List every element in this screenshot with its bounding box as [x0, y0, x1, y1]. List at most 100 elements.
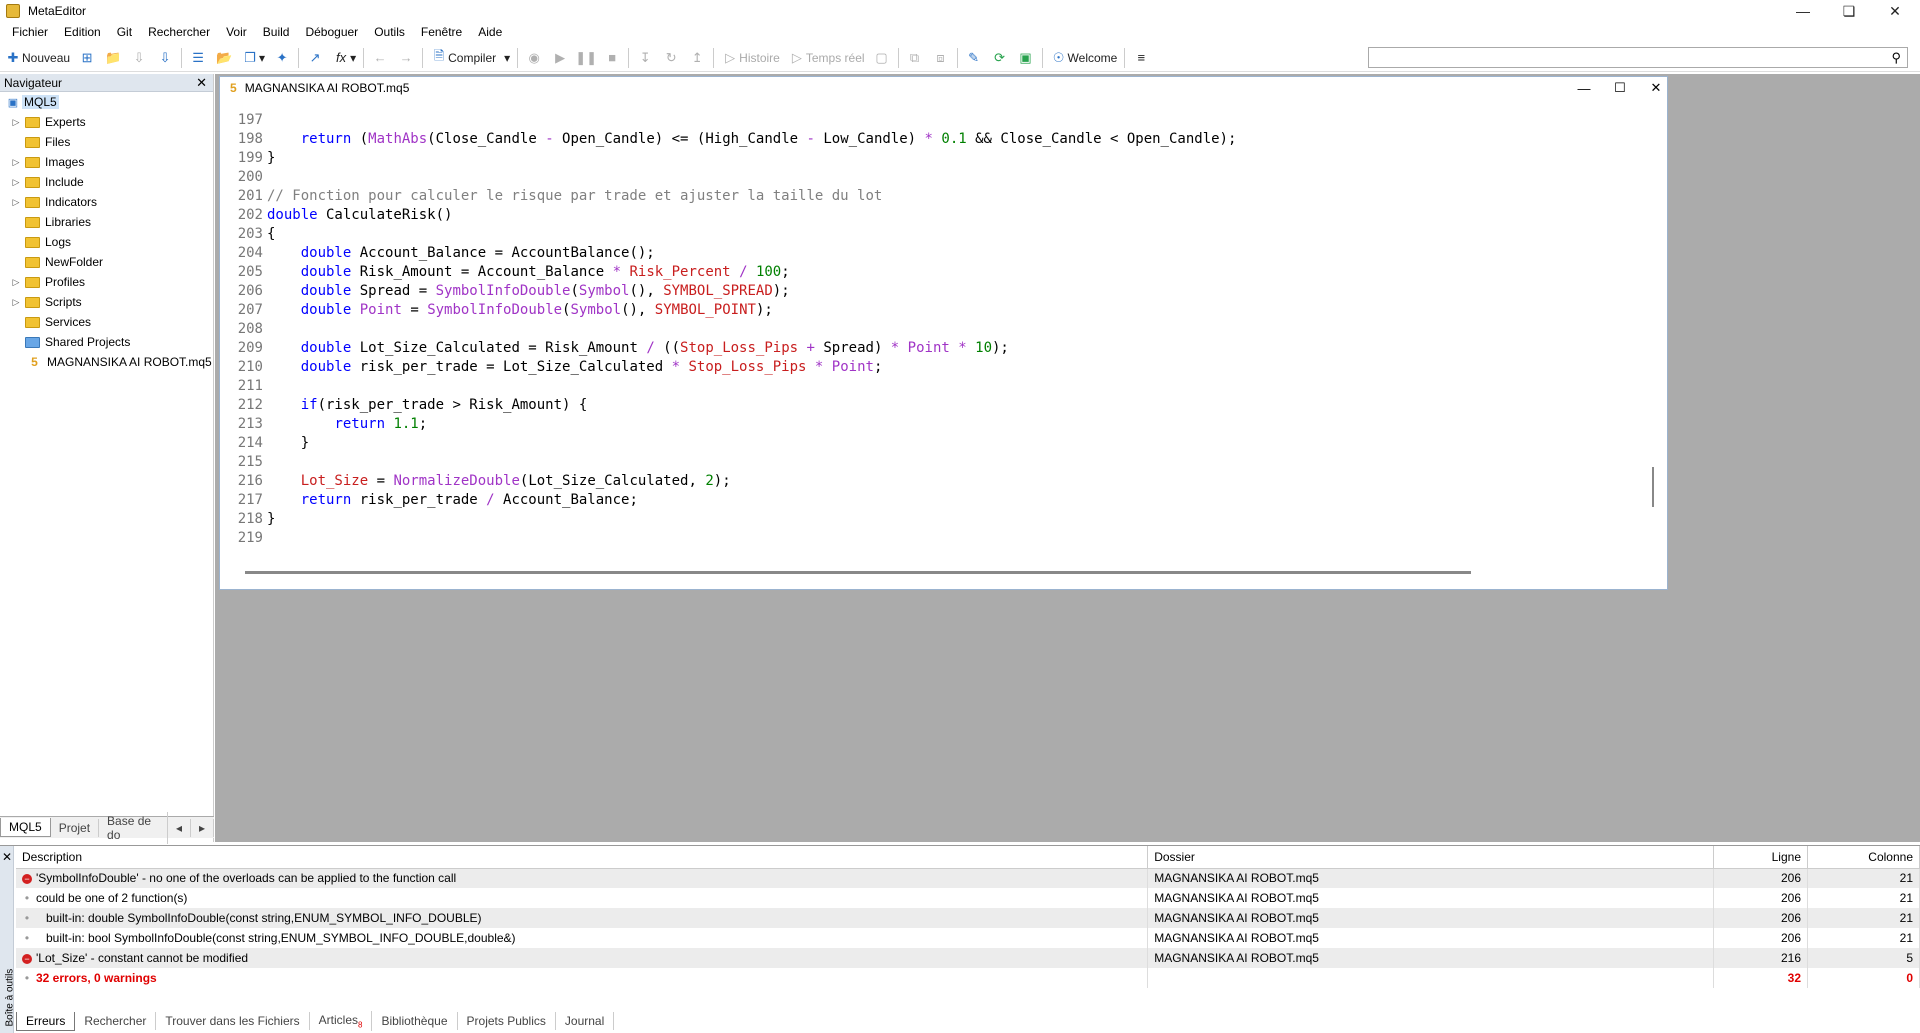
expand-arrow-icon[interactable]: ▷ — [10, 177, 22, 188]
debug-start-button[interactable]: ◉ — [521, 46, 547, 70]
table-row[interactable]: • built-in: double SymbolInfoDouble(cons… — [16, 908, 1920, 928]
table-row[interactable]: − 'SymbolInfoDouble' - no one of the over… — [16, 868, 1920, 888]
menu-voir[interactable]: Voir — [218, 25, 255, 39]
expand-arrow-icon[interactable]: ▷ — [10, 297, 22, 308]
menu-aide[interactable]: Aide — [470, 25, 510, 39]
step-out-button[interactable]: ↥ — [684, 46, 710, 70]
menu-edition[interactable]: Edition — [56, 25, 109, 39]
tree-item-logs[interactable]: Logs — [0, 232, 213, 252]
code-line[interactable]: 204 double Account_Balance = AccountBala… — [225, 244, 1653, 263]
open-button[interactable]: 📁 — [100, 46, 126, 70]
code-line[interactable]: 198 return (MathAbs(Close_Candle - Open_… — [225, 130, 1653, 149]
code-area[interactable]: 197 198 return (MathAbs(Close_Candle - Op… — [225, 111, 1653, 561]
editor-close-button[interactable]: ✕ — [1638, 77, 1674, 99]
terminal-button[interactable]: ▣ — [1013, 46, 1039, 70]
styler-button[interactable]: ✦ — [269, 46, 295, 70]
menu-build[interactable]: Build — [255, 25, 298, 39]
code-line[interactable]: 213 return 1.1; — [225, 415, 1653, 434]
functions-dropdown-button[interactable]: fx ▾ — [328, 46, 360, 70]
code-line[interactable]: 202 double CalculateRisk() — [225, 206, 1653, 225]
stop-test-button[interactable]: ▢ — [869, 46, 895, 70]
copy-button[interactable]: ⧉ — [902, 46, 928, 70]
expand-arrow-icon[interactable]: ▷ — [10, 277, 22, 288]
code-line[interactable]: 218} — [225, 510, 1653, 529]
close-icon[interactable]: ✕ — [196, 75, 207, 91]
menu-fichier[interactable]: Fichier — [4, 25, 56, 39]
code-line[interactable]: 201// Fonction pour calculer le risque p… — [225, 187, 1653, 206]
table-row[interactable]: • could be one of 2 function(s) MAGNANSIKA… — [16, 888, 1920, 908]
tab-erreurs[interactable]: Erreurs — [16, 1011, 76, 1031]
new-button[interactable]: ✚ Nouveau — [0, 46, 74, 70]
code-line[interactable]: 203{ — [225, 225, 1653, 244]
code-line[interactable]: 208 — [225, 320, 1653, 339]
tab-projet[interactable]: Projet — [51, 818, 100, 837]
tree-item-include[interactable]: ▷ Include — [0, 172, 213, 192]
code-line[interactable]: 216 Lot_Size = NormalizeDouble(Lot_Size_… — [225, 472, 1653, 491]
expand-arrow-icon[interactable]: ▷ — [10, 117, 22, 128]
restore-button[interactable]: ❏ — [1826, 0, 1872, 22]
tree-item-newfolder[interactable]: NewFolder — [0, 252, 213, 272]
compile-dropdown-button[interactable]: ▾ — [500, 46, 514, 70]
tab-trouver-fichiers[interactable]: Trouver dans les Fichiers — [156, 1012, 310, 1030]
code-line[interactable]: 209 double Lot_Size_Calculated = Risk_Am… — [225, 339, 1653, 358]
tab-journal[interactable]: Journal — [556, 1012, 615, 1030]
minimize-button[interactable]: — — [1780, 0, 1826, 22]
column-header-ligne[interactable]: Ligne — [1713, 846, 1808, 869]
step-into-button[interactable]: ↧ — [632, 46, 658, 70]
welcome-button[interactable]: ☉ Welcome — [1046, 46, 1122, 70]
tab-base-de-donnees[interactable]: Base de do — [99, 811, 168, 844]
search-input[interactable]: ⚲ — [1368, 47, 1908, 68]
close-button[interactable]: ✕ — [1872, 0, 1918, 22]
compile-button[interactable]: 🗎 Compiler — [426, 46, 500, 70]
debug-stop-button[interactable]: ■ — [599, 46, 625, 70]
menu-deboguer[interactable]: Déboguer — [297, 25, 366, 39]
tree-item-experts[interactable]: ▷ Experts — [0, 112, 213, 132]
tree-item-scripts[interactable]: ▷ Scripts — [0, 292, 213, 312]
debug-play-button[interactable]: ▶ — [547, 46, 573, 70]
realtime-button[interactable]: ▷ Temps réel — [784, 46, 869, 70]
save-button[interactable]: ⇩ — [126, 46, 152, 70]
expand-arrow-icon[interactable]: ▷ — [10, 157, 22, 168]
tree-file[interactable]: 5 MAGNANSIKA AI ROBOT.mq5 — [0, 352, 213, 372]
horizontal-scrollbar[interactable] — [245, 571, 1471, 574]
toolbox-toggle-button[interactable]: 📂 — [211, 46, 237, 70]
code-line[interactable]: 197 — [225, 111, 1653, 130]
navigator-toggle-button[interactable]: ☰ — [185, 46, 211, 70]
edit-tool-button[interactable]: ✎ — [961, 46, 987, 70]
tree-root[interactable]: ▣ MQL5 — [0, 92, 213, 112]
tab-articles[interactable]: Articles8 — [310, 1010, 373, 1032]
debug-pause-button[interactable]: ❚❚ — [573, 46, 599, 70]
code-line[interactable]: 207 double Point = SymbolInfoDouble(Symb… — [225, 301, 1653, 320]
variables-button[interactable]: ↗ — [302, 46, 328, 70]
column-header-description[interactable]: Description — [16, 846, 1149, 869]
tree-item-indicators[interactable]: ▷ Indicators — [0, 192, 213, 212]
code-line[interactable]: 215 — [225, 453, 1653, 472]
editor-minimize-button[interactable]: — — [1566, 77, 1602, 99]
history-button[interactable]: ▷ Histoire — [717, 46, 784, 70]
tab-scroll-left[interactable]: ◂ — [168, 818, 191, 837]
tree-item-files[interactable]: Files — [0, 132, 213, 152]
editor-maximize-button[interactable]: ☐ — [1602, 77, 1638, 99]
forward-button[interactable]: → — [393, 46, 419, 70]
menu-rechercher[interactable]: Rechercher — [140, 25, 218, 39]
tree-item-images[interactable]: ▷ Images — [0, 152, 213, 172]
menu-outils[interactable]: Outils — [366, 25, 413, 39]
add-button[interactable]: ⊞ — [74, 46, 100, 70]
back-button[interactable]: ← — [367, 46, 393, 70]
signal-button[interactable]: ⟳ — [987, 46, 1013, 70]
step-over-button[interactable]: ↻ — [658, 46, 684, 70]
menu-fenetre[interactable]: Fenêtre — [413, 25, 470, 39]
tab-scroll-right[interactable]: ▸ — [191, 818, 214, 837]
tree-item-shared-projects[interactable]: Shared Projects — [0, 332, 213, 352]
column-header-colonne[interactable]: Colonne — [1807, 846, 1920, 869]
compare-button[interactable]: ⧈ — [928, 46, 954, 70]
code-line[interactable]: 200 — [225, 168, 1653, 187]
table-row[interactable]: − 'Lot_Size' - constant cannot be modifie… — [16, 948, 1920, 968]
code-line[interactable]: 211 — [225, 377, 1653, 396]
expand-arrow-icon[interactable]: ▷ — [10, 197, 22, 208]
code-line[interactable]: 199} — [225, 149, 1653, 168]
code-line[interactable]: 214 } — [225, 434, 1653, 453]
search-settings-button[interactable]: ≡ — [1128, 46, 1154, 70]
code-line[interactable]: 217 return risk_per_trade / Account_Bala… — [225, 491, 1653, 510]
code-line[interactable]: 205 double Risk_Amount = Account_Balance… — [225, 263, 1653, 282]
